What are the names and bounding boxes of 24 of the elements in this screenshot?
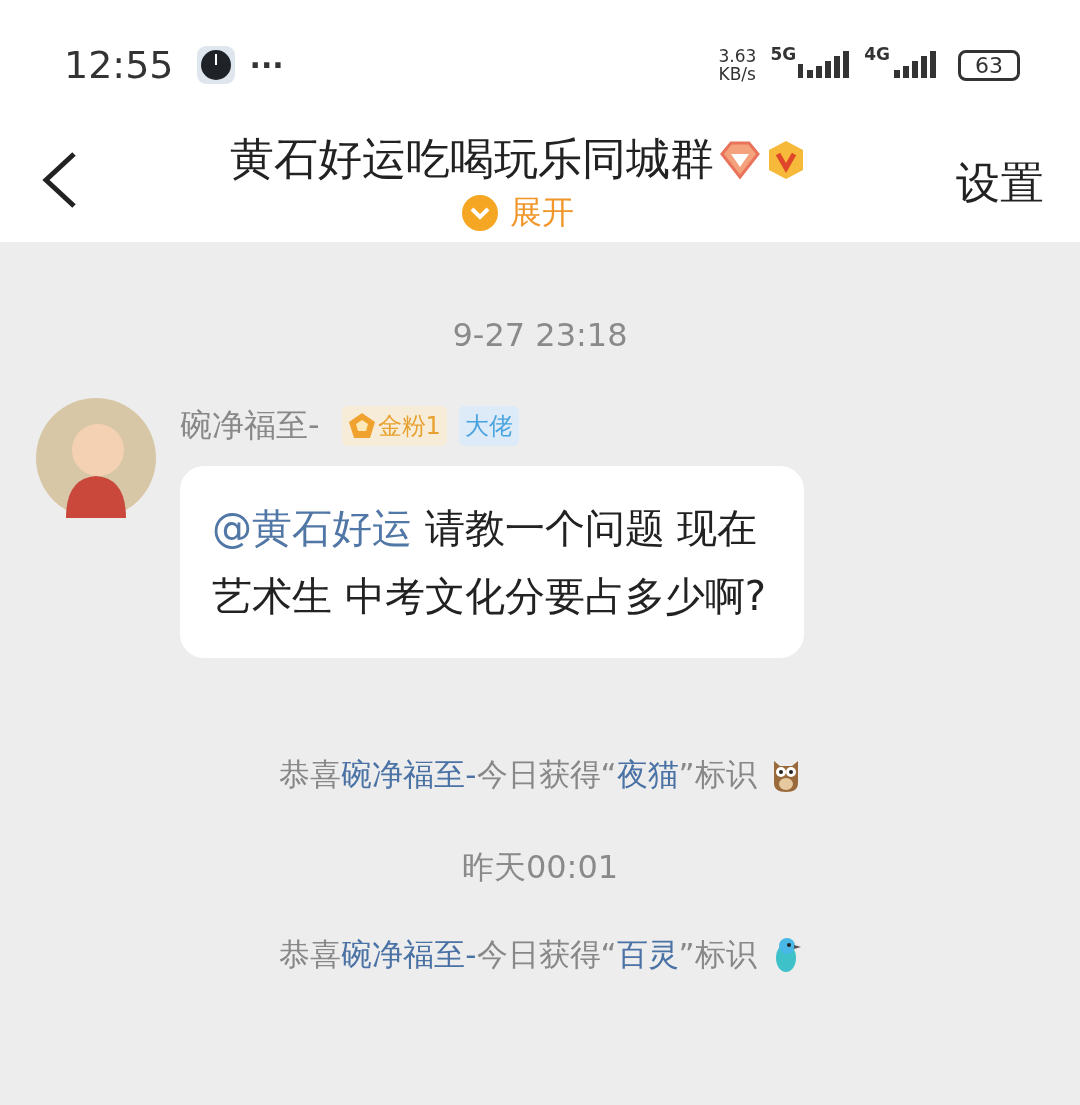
- system-notice: 恭喜碗净福至-今日获得“百灵”标识: [279, 935, 757, 974]
- status-time: 12:55: [64, 43, 174, 87]
- pentagon-icon: [347, 412, 376, 440]
- level-icon: [766, 138, 806, 181]
- more-notifications: ···: [249, 47, 284, 83]
- network-type-label: 5G: [770, 44, 797, 64]
- timestamp: 9-27 23:18: [451, 316, 629, 354]
- signal-icon: [892, 50, 936, 80]
- network-type-label: 4G: [864, 44, 890, 64]
- member-title-badge: 大佬: [458, 406, 519, 446]
- battery-level: 63: [958, 49, 1020, 81]
- message-bubble: @黄石好运 请教一个问题 现在艺术生 中考文化分要占多少啊?: [180, 466, 804, 658]
- settings-button[interactable]: 设置: [956, 154, 1044, 213]
- network-speed: 3.63 KB/s: [718, 47, 757, 83]
- sender-name: 碗净福至-: [180, 405, 320, 446]
- group-title: 黄石好运吃喝玩乐同城群: [230, 132, 714, 186]
- fan-level-badge: 金粉1: [341, 406, 447, 446]
- clock-icon: [195, 45, 236, 85]
- timestamp: 昨天00:01: [460, 847, 620, 888]
- diamond-icon: [718, 139, 762, 180]
- system-notice: 恭喜碗净福至-今日获得“夜猫”标识: [279, 755, 757, 794]
- avatar[interactable]: [36, 398, 156, 518]
- chevron-icon: [462, 195, 498, 231]
- signal-icon: [798, 50, 851, 80]
